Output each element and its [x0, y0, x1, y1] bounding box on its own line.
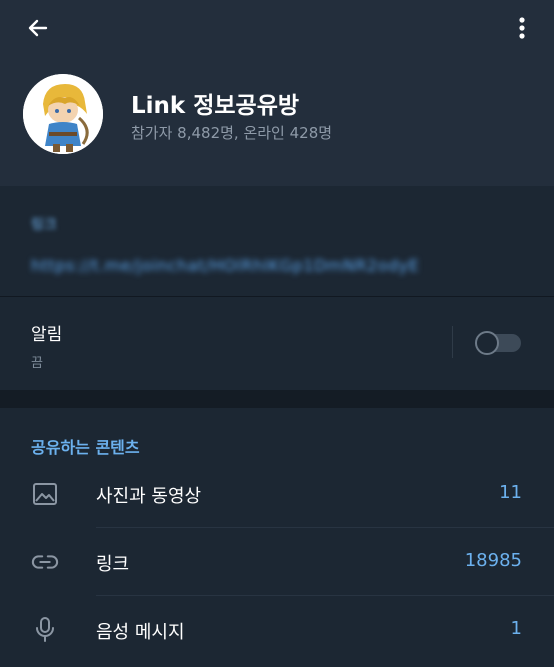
shared-item-label: 링크 [96, 554, 130, 575]
more-options-button[interactable] [504, 12, 540, 48]
notifications-title[interactable]: 알림 [31, 320, 62, 345]
shared-item-count: 18985 [464, 550, 522, 571]
invite-link[interactable]: https://t.me/joinchat/HOlRhIKGp1DmNR2ody… [31, 256, 419, 275]
profile-header: Link 정보공유방 참가자 8,482명, 온라인 428명 [0, 0, 554, 186]
shared-item-links[interactable]: 링크 18985 [0, 528, 554, 596]
avatar[interactable] [23, 74, 103, 154]
chat-title: Link 정보공유방 [131, 93, 300, 119]
notifications-toggle[interactable] [475, 331, 521, 355]
shared-item-photos-videos[interactable]: 사진과 동영상 11 [0, 460, 554, 528]
section-gap [0, 390, 554, 408]
notifications-status: 끔 [31, 356, 43, 371]
image-icon [31, 480, 59, 508]
shared-item-count: 11 [499, 482, 522, 503]
arrow-left-icon [26, 16, 50, 44]
invite-link-label: 링크 [31, 217, 57, 233]
link-icon [31, 548, 59, 576]
shared-item-label: 사진과 동영상 [96, 486, 202, 507]
divider [452, 326, 453, 358]
shared-media-header: 공유하는 콘텐츠 [31, 438, 140, 457]
divider [0, 296, 554, 297]
back-button[interactable] [20, 12, 56, 48]
info-section: 링크 https://t.me/joinchat/HOlRhIKGp1DmNR2… [0, 186, 554, 390]
avatar-figure-icon [23, 74, 103, 154]
shared-item-count: 1 [510, 618, 522, 639]
more-vertical-icon [518, 16, 526, 44]
microphone-icon [31, 616, 59, 644]
shared-media-section: 공유하는 콘텐츠 사진과 동영상 11 링크 18985 음성 메시지 1 [0, 408, 554, 667]
toggle-knob [475, 331, 499, 355]
shared-item-label: 음성 메시지 [96, 622, 185, 643]
shared-item-voice-messages[interactable]: 음성 메시지 1 [0, 596, 554, 664]
member-count: 참가자 8,482명, 온라인 428명 [131, 124, 333, 142]
